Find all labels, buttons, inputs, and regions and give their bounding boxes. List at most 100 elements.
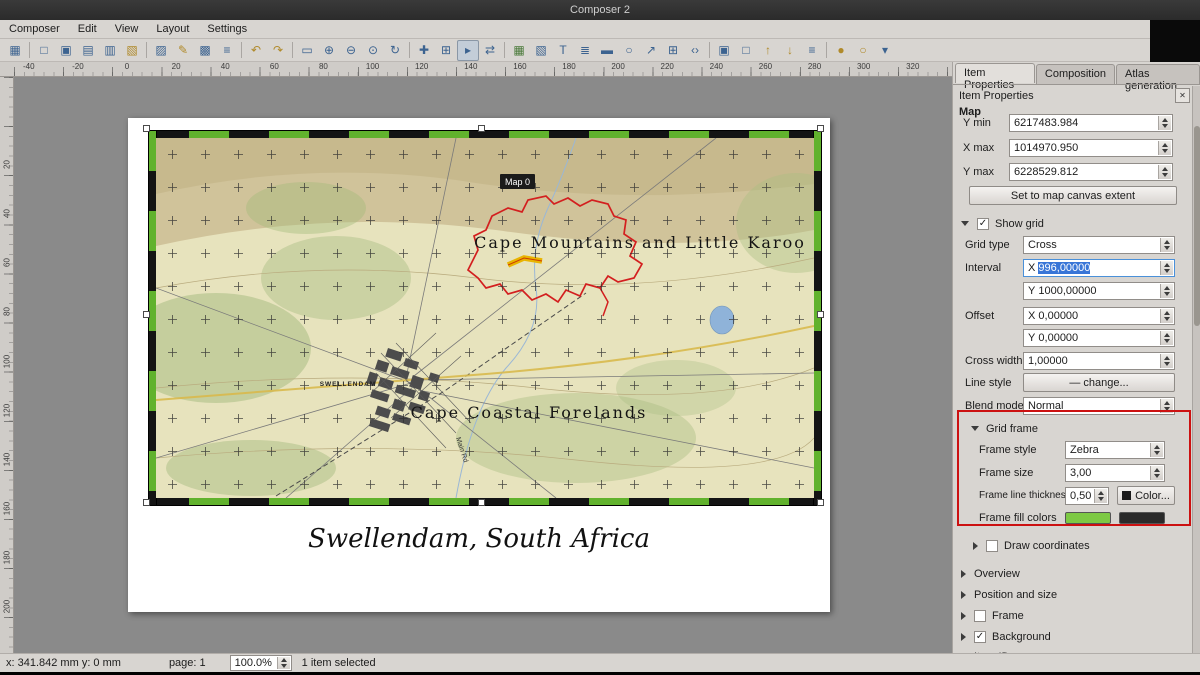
duplicate-composer-icon[interactable]: ▣ — [55, 40, 77, 61]
close-icon[interactable]: ✕ — [1175, 88, 1190, 103]
collapse-triangle-icon[interactable] — [961, 570, 966, 578]
menu-view[interactable]: View — [106, 21, 148, 37]
raise-items-icon[interactable]: ↑ — [757, 40, 779, 61]
print-icon[interactable]: ≡ — [216, 40, 238, 61]
lower-items-icon[interactable]: ↓ — [779, 40, 801, 61]
zoom-combo[interactable]: 100.0% — [230, 655, 292, 671]
composer-page[interactable]: Cape Mountains and Little Karoo Cape Coa… — [128, 118, 830, 612]
move-item-content-icon[interactable]: ⇄ — [479, 40, 501, 61]
zoom-in-icon[interactable]: ⊕ — [318, 40, 340, 61]
ungroup-items-icon[interactable]: □ — [735, 40, 757, 61]
interval-x-input[interactable]: X 996,00000 — [1023, 259, 1175, 277]
background-group[interactable]: ✓ Background — [953, 627, 1186, 646]
add-map-icon[interactable]: ▦ — [508, 40, 530, 61]
collapse-triangle-icon[interactable] — [961, 591, 966, 599]
zoom-actual-icon[interactable]: ⊙ — [362, 40, 384, 61]
save-template-icon[interactable]: ▧ — [121, 40, 143, 61]
combo-arrows-icon[interactable] — [277, 657, 290, 669]
add-table-icon[interactable]: ⊞ — [662, 40, 684, 61]
load-template-icon[interactable]: ▥ — [99, 40, 121, 61]
save-project-icon[interactable]: ▦ — [4, 40, 26, 61]
spinner-arrows[interactable] — [1160, 354, 1173, 368]
zoom-region-tool-icon[interactable]: ⊞ — [435, 40, 457, 61]
frame-group[interactable]: Frame — [953, 606, 1186, 625]
menu-settings[interactable]: Settings — [198, 21, 256, 37]
export-pdf-icon[interactable]: ▩ — [194, 40, 216, 61]
combo-arrows-icon[interactable] — [1160, 238, 1173, 252]
zoom-full-icon[interactable]: ▭ — [296, 40, 318, 61]
tab-item-properties[interactable]: Item Properties — [955, 63, 1035, 83]
lock-items-icon[interactable]: ● — [830, 40, 852, 61]
spinner-arrows[interactable] — [1160, 331, 1173, 345]
unlock-items-icon[interactable]: ○ — [852, 40, 874, 61]
collapse-triangle-icon[interactable] — [971, 426, 979, 431]
position-size-group[interactable]: Position and size — [953, 585, 1186, 604]
select-move-item-icon[interactable]: ▸ — [457, 40, 479, 61]
align-items-icon[interactable]: ≡ — [801, 40, 823, 61]
ymax-input[interactable]: 6228529.812 — [1009, 163, 1173, 181]
add-scalebar-icon[interactable]: ▬ — [596, 40, 618, 61]
fill-color-green-swatch[interactable] — [1065, 512, 1111, 524]
selection-handle[interactable] — [478, 499, 485, 506]
combo-arrows-icon[interactable] — [1150, 443, 1163, 457]
frame-style-combo[interactable]: Zebra — [1065, 441, 1165, 459]
xmax-input[interactable]: 1014970.950 — [1009, 139, 1173, 157]
blend-mode-combo[interactable]: Normal — [1023, 397, 1175, 415]
spinner-arrows[interactable] — [1160, 284, 1173, 298]
collapse-triangle-icon[interactable] — [961, 612, 966, 620]
cross-width-input[interactable]: 1,00000 — [1023, 352, 1175, 370]
overview-group[interactable]: Overview — [953, 564, 1186, 583]
grid-type-combo[interactable]: Cross — [1023, 236, 1175, 254]
draw-coordinates-row[interactable]: Draw coordinates — [953, 536, 1186, 555]
refresh-view-icon[interactable]: ↻ — [384, 40, 406, 61]
selection-handle[interactable] — [143, 499, 150, 506]
composer-manager-icon[interactable]: ▤ — [77, 40, 99, 61]
new-composer-icon[interactable]: □ — [33, 40, 55, 61]
scrollbar-thumb[interactable] — [1194, 126, 1200, 326]
add-legend-icon[interactable]: ≣ — [574, 40, 596, 61]
tab-composition[interactable]: Composition — [1036, 64, 1115, 84]
spinner-arrows[interactable] — [1158, 141, 1171, 155]
tab-atlas-generation[interactable]: Atlas generation — [1116, 64, 1200, 84]
undo-icon[interactable]: ↶ — [245, 40, 267, 61]
spinner-arrows[interactable] — [1150, 466, 1163, 480]
frame-size-input[interactable]: 3,00 — [1065, 464, 1165, 482]
export-svg-icon[interactable]: ✎ — [172, 40, 194, 61]
frame-color-button[interactable]: Color... — [1117, 486, 1175, 505]
composer-canvas[interactable]: Cape Mountains and Little Karoo Cape Coa… — [14, 77, 952, 653]
zoom-out-icon[interactable]: ⊖ — [340, 40, 362, 61]
draw-coordinates-checkbox[interactable] — [986, 540, 998, 552]
selection-handle[interactable] — [817, 499, 824, 506]
collapse-triangle-icon[interactable] — [961, 221, 969, 226]
ymin-input[interactable]: 6217483.984 — [1009, 114, 1173, 132]
options-dropdown-icon[interactable]: ▾ — [874, 40, 896, 61]
menu-edit[interactable]: Edit — [69, 21, 106, 37]
map-item[interactable]: Cape Mountains and Little Karoo Cape Coa… — [148, 130, 822, 506]
show-grid-checkbox[interactable]: ✓ — [977, 218, 989, 230]
export-image-icon[interactable]: ▨ — [150, 40, 172, 61]
grid-frame-header[interactable]: Grid frame — [953, 419, 1186, 438]
interval-y-input[interactable]: Y 1000,00000 — [1023, 282, 1175, 300]
add-arrow-icon[interactable]: ↗ — [640, 40, 662, 61]
frame-checkbox[interactable] — [974, 610, 986, 622]
combo-arrows-icon[interactable] — [1160, 399, 1173, 413]
menu-layout[interactable]: Layout — [147, 21, 198, 37]
panel-scrollbar[interactable] — [1192, 86, 1200, 653]
spinner-arrows[interactable] — [1158, 116, 1171, 130]
pan-tool-icon[interactable]: ✚ — [413, 40, 435, 61]
selection-handle[interactable] — [478, 125, 485, 132]
collapse-triangle-icon[interactable] — [961, 633, 966, 641]
spinner-arrows[interactable] — [1160, 261, 1173, 275]
offset-x-input[interactable]: X 0,00000 — [1023, 307, 1175, 325]
add-html-icon[interactable]: ‹› — [684, 40, 706, 61]
menu-composer[interactable]: Composer — [0, 21, 69, 37]
selection-handle[interactable] — [817, 125, 824, 132]
group-items-icon[interactable]: ▣ — [713, 40, 735, 61]
spinner-arrows[interactable] — [1094, 489, 1107, 503]
line-style-change-button[interactable]: — change... — [1023, 373, 1175, 392]
selection-handle[interactable] — [143, 125, 150, 132]
add-shape-icon[interactable]: ○ — [618, 40, 640, 61]
selection-handle[interactable] — [143, 311, 150, 318]
spinner-arrows[interactable] — [1160, 309, 1173, 323]
add-label-icon[interactable]: T — [552, 40, 574, 61]
